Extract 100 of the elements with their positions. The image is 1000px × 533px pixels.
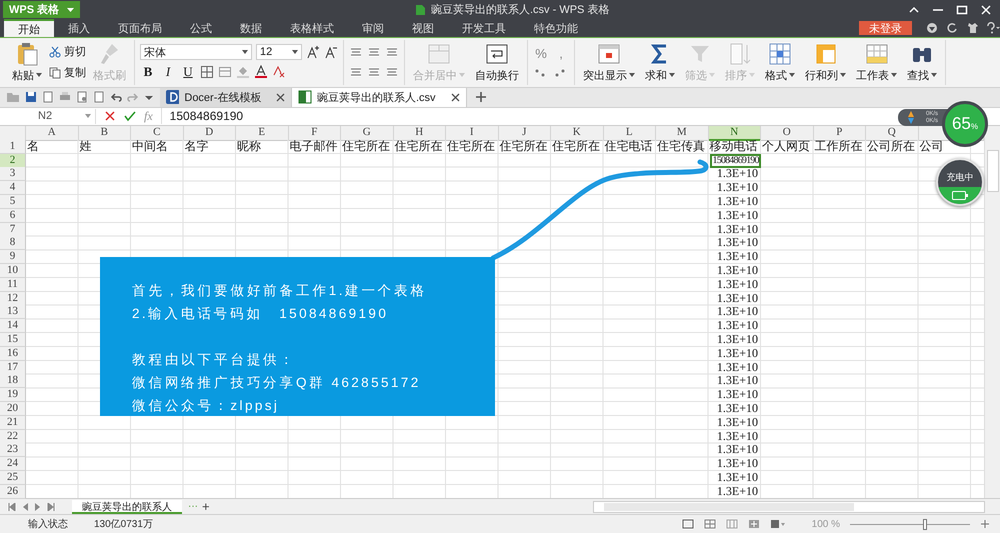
row-header[interactable]: 24 bbox=[0, 457, 26, 472]
previous-sheet-icon[interactable] bbox=[21, 502, 29, 511]
column-header[interactable]: L bbox=[604, 126, 656, 141]
row-header[interactable]: 20 bbox=[0, 402, 26, 416]
new-tab-icon[interactable] bbox=[474, 91, 487, 104]
cancel-icon[interactable] bbox=[104, 110, 116, 122]
row-header[interactable]: 15 bbox=[0, 332, 26, 347]
row-header[interactable]: 23 bbox=[0, 443, 26, 458]
row-header[interactable]: 19 bbox=[0, 388, 26, 402]
reading-mode-icon[interactable] bbox=[770, 519, 786, 530]
paste-button[interactable]: 粘贴 bbox=[9, 42, 45, 83]
ribbon-tab[interactable]: 页面布局 bbox=[104, 19, 176, 37]
column-header[interactable]: B bbox=[78, 126, 131, 141]
zoom-slider[interactable] bbox=[850, 518, 970, 530]
login-button[interactable]: 未登录 bbox=[859, 21, 912, 36]
fill-color-icon[interactable] bbox=[236, 65, 250, 80]
row-header[interactable]: 17 bbox=[0, 360, 26, 375]
row-header[interactable]: 4 bbox=[0, 181, 26, 196]
column-header[interactable]: D bbox=[184, 126, 236, 141]
skin-icon[interactable] bbox=[926, 22, 938, 34]
borders-icon[interactable] bbox=[200, 65, 214, 80]
export-icon[interactable] bbox=[42, 91, 54, 104]
row-header[interactable]: 7 bbox=[0, 222, 26, 237]
rows-button[interactable]: 行和列 bbox=[802, 42, 849, 83]
format-button[interactable]: 格式 bbox=[762, 42, 798, 83]
wrap-text-button[interactable]: 自动换行 bbox=[472, 42, 522, 83]
align-icon[interactable] bbox=[385, 46, 399, 58]
ribbon-tab[interactable]: 插入 bbox=[54, 19, 104, 37]
font-size-field[interactable]: 12 bbox=[256, 44, 302, 60]
copy-button[interactable]: 复制 bbox=[49, 65, 86, 80]
column-header[interactable]: N bbox=[708, 126, 761, 141]
ribbon-tab[interactable]: 开始 bbox=[4, 19, 54, 37]
document-tab[interactable]: 豌豆荚导出的联系人.csv bbox=[292, 88, 467, 107]
cell-style-icon[interactable] bbox=[218, 65, 232, 80]
document-icon[interactable] bbox=[93, 91, 105, 104]
row-header[interactable]: 16 bbox=[0, 346, 26, 361]
italic-button[interactable]: I bbox=[160, 64, 176, 80]
align-icon[interactable] bbox=[349, 46, 363, 58]
row-header[interactable]: 25 bbox=[0, 470, 26, 485]
row-header[interactable]: 14 bbox=[0, 319, 26, 334]
underline-button[interactable]: U bbox=[180, 64, 196, 80]
ribbon-tab[interactable]: 视图 bbox=[398, 19, 448, 37]
save-icon[interactable] bbox=[25, 91, 37, 104]
find-button[interactable]: 查找 bbox=[904, 42, 940, 83]
grid-view-icon[interactable] bbox=[704, 519, 716, 530]
align-icon[interactable] bbox=[385, 66, 399, 78]
page-view-icon[interactable] bbox=[726, 519, 738, 530]
sheet-tab[interactable]: 豌豆荚导出的联系人 bbox=[72, 500, 182, 514]
zoom-slider-thumb[interactable] bbox=[922, 518, 927, 530]
column-header[interactable]: O bbox=[761, 126, 814, 141]
row-header[interactable]: 10 bbox=[0, 264, 26, 278]
sheet-button[interactable]: 工作表 bbox=[853, 42, 900, 83]
font-name-field[interactable]: 宋体 bbox=[140, 44, 252, 60]
column-header[interactable]: G bbox=[341, 126, 394, 141]
horizontal-scrollbar[interactable] bbox=[593, 500, 985, 513]
cut-button[interactable]: 剪切 bbox=[49, 44, 86, 60]
ribbon-tab[interactable]: 特色功能 bbox=[520, 19, 592, 37]
row-header[interactable]: 13 bbox=[0, 305, 26, 320]
column-header[interactable]: F bbox=[288, 126, 341, 141]
row-header[interactable]: 6 bbox=[0, 208, 26, 223]
column-header[interactable]: C bbox=[131, 126, 184, 141]
row-header[interactable]: 9 bbox=[0, 250, 26, 264]
row-header[interactable]: 8 bbox=[0, 236, 26, 250]
ribbon-tab[interactable]: 表格样式 bbox=[276, 19, 348, 37]
grow-font-icon[interactable] bbox=[306, 45, 320, 60]
preview-icon[interactable] bbox=[76, 91, 88, 104]
column-header[interactable]: I bbox=[446, 126, 498, 141]
bold-button[interactable]: B bbox=[140, 64, 156, 80]
row-header[interactable]: 26 bbox=[0, 484, 26, 499]
last-sheet-icon[interactable] bbox=[47, 502, 55, 511]
row-header[interactable]: 1 bbox=[0, 140, 26, 154]
confirm-icon[interactable] bbox=[124, 110, 136, 122]
vertical-scrollbar[interactable] bbox=[984, 126, 1000, 498]
add-sheet-button[interactable]: + bbox=[202, 499, 210, 514]
column-header[interactable]: E bbox=[236, 126, 288, 141]
row-header[interactable]: 21 bbox=[0, 416, 26, 430]
row-header[interactable]: 3 bbox=[0, 167, 26, 182]
ribbon-tab[interactable]: 数据 bbox=[226, 19, 276, 37]
close-icon[interactable] bbox=[980, 4, 992, 15]
collapse-icon[interactable] bbox=[908, 4, 920, 15]
row-header[interactable]: 11 bbox=[0, 278, 26, 292]
row-header[interactable]: 22 bbox=[0, 430, 26, 444]
highlight-button[interactable]: 突出显示 bbox=[580, 42, 638, 83]
row-header[interactable]: 12 bbox=[0, 292, 26, 306]
next-sheet-icon[interactable] bbox=[34, 502, 42, 511]
column-header[interactable]: M bbox=[656, 126, 708, 141]
shirt-icon[interactable] bbox=[966, 22, 978, 34]
row-header[interactable]: 5 bbox=[0, 194, 26, 209]
align-icon[interactable] bbox=[367, 66, 381, 78]
align-icon[interactable] bbox=[367, 46, 381, 58]
first-sheet-icon[interactable] bbox=[8, 502, 16, 511]
font-color-icon[interactable] bbox=[254, 65, 268, 80]
column-header[interactable]: K bbox=[551, 126, 604, 141]
ribbon-tab[interactable]: 开发工具 bbox=[448, 19, 520, 37]
clear-format-icon[interactable] bbox=[272, 65, 286, 80]
undo-icon[interactable] bbox=[110, 91, 122, 104]
ribbon-tab[interactable]: 审阅 bbox=[348, 19, 398, 37]
row-header[interactable]: 18 bbox=[0, 374, 26, 388]
help-icon[interactable] bbox=[986, 22, 1000, 34]
name-box[interactable]: N2 bbox=[0, 108, 96, 124]
